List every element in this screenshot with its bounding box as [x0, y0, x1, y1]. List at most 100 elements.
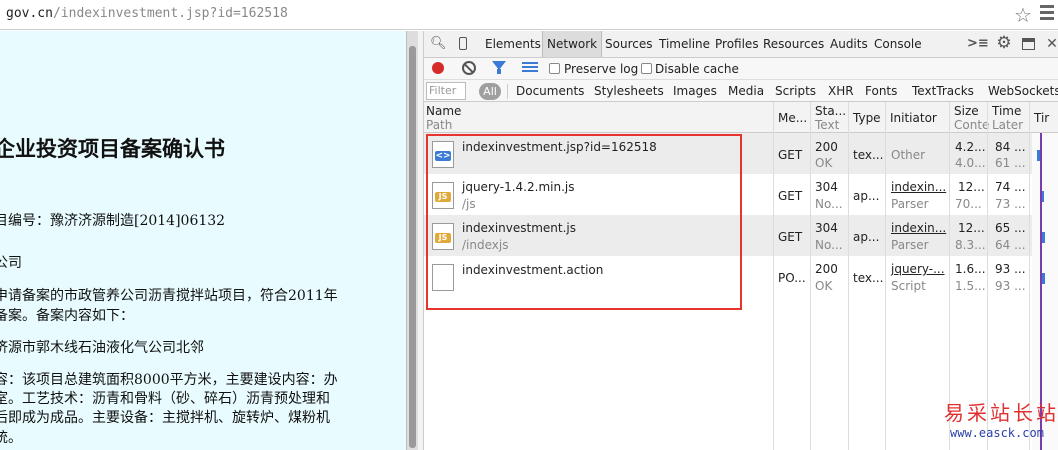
url-text[interactable]: gov.cn/indexinvestment.jsp?id=162518: [6, 6, 288, 21]
url-host: gov.cn: [6, 6, 53, 21]
request-initiator-type: Script: [891, 279, 926, 293]
clear-icon[interactable]: [462, 61, 476, 75]
request-size: 4.2...: [955, 140, 986, 154]
filter-all-button[interactable]: All: [479, 83, 501, 100]
tab-network[interactable]: Network: [542, 31, 603, 57]
large-rows-icon[interactable]: [522, 62, 538, 74]
col-status-text: Text: [815, 118, 840, 132]
disable-cache-label: Disable cache: [655, 62, 739, 76]
filter-xhr[interactable]: XHR: [828, 84, 854, 98]
tab-profiles[interactable]: Profiles: [711, 31, 763, 57]
request-initiator-link[interactable]: indexin...: [891, 180, 946, 194]
highlight-box: [426, 134, 742, 310]
request-type: tex...: [853, 271, 884, 285]
filter-stylesheets[interactable]: Stylesheets: [594, 84, 664, 98]
col-type[interactable]: Type: [853, 111, 881, 125]
request-time: 84 ...: [995, 140, 1026, 154]
filter-texttracks[interactable]: TextTracks: [912, 84, 974, 98]
body-line: 申请备案的市政管养公司沥青搅拌站项目，符合2011年: [0, 288, 338, 304]
request-status: 200: [815, 140, 838, 154]
request-content-size: 4.0...: [955, 156, 986, 170]
col-content: Conte: [954, 118, 990, 132]
request-status-text: No...: [815, 197, 843, 211]
col-path: Path: [426, 118, 453, 132]
request-type: tex...: [853, 148, 884, 162]
filter-media[interactable]: Media: [728, 84, 764, 98]
column-divider: [810, 102, 811, 450]
close-icon[interactable]: ✕: [1044, 36, 1058, 52]
column-divider: [773, 102, 774, 450]
tab-elements[interactable]: Elements: [481, 31, 545, 57]
col-status[interactable]: Sta...: [815, 104, 846, 118]
filter-scripts[interactable]: Scripts: [775, 84, 816, 98]
company-line: 公司: [0, 255, 22, 271]
request-status: 200: [815, 262, 838, 276]
preserve-log-label: Preserve log: [564, 62, 639, 76]
show-drawer-icon[interactable]: >≡: [967, 36, 989, 52]
request-status: 304: [815, 180, 838, 194]
request-initiator: Other: [891, 148, 926, 162]
divider: [507, 84, 508, 99]
col-method[interactable]: Me...: [778, 111, 807, 125]
request-size: 12...: [958, 180, 985, 194]
tab-sources[interactable]: Sources: [601, 31, 656, 57]
request-time: 93 ...: [995, 262, 1026, 276]
request-content-size: 1.5...: [955, 279, 986, 293]
browser-menu-icon[interactable]: [1040, 5, 1054, 23]
body-line: 后即成为成品。主要设备：主搅拌机、旋转炉、煤粉机: [0, 410, 330, 426]
request-initiator-link[interactable]: jquery-...: [891, 262, 945, 276]
web-page: 企业投资项目备案确认书 目编号：豫济济源制造[2014]06132 公司 申请备…: [0, 31, 406, 450]
request-size: 12...: [958, 221, 985, 235]
filter-images[interactable]: Images: [673, 84, 717, 98]
body-line: 室。工艺技术：沥青和骨料（砂、碎石）沥青预处理和: [0, 391, 330, 407]
location-line: 济源市郭木线石油液化气公司北邻: [0, 340, 204, 356]
tab-resources[interactable]: Resources: [759, 31, 828, 57]
preserve-log-checkbox[interactable]: [549, 63, 560, 74]
inspect-search-icon[interactable]: 🔍︎: [430, 36, 447, 52]
col-latency: Later: [992, 118, 1024, 132]
request-initiator-link[interactable]: indexin...: [891, 221, 946, 235]
col-size[interactable]: Size: [954, 104, 979, 118]
scrollbar-thumb[interactable]: [409, 46, 416, 448]
page-title: 企业投资项目备案确认书: [0, 136, 225, 161]
request-type: ap...: [853, 189, 880, 203]
filter-websockets[interactable]: WebSockets: [988, 84, 1058, 98]
filter-fonts[interactable]: Fonts: [865, 84, 897, 98]
request-initiator-type: Parser: [891, 197, 929, 211]
col-time[interactable]: Time: [992, 104, 1021, 118]
col-name[interactable]: Name: [426, 104, 461, 118]
record-icon[interactable]: [432, 62, 444, 74]
request-method: GET: [778, 230, 803, 244]
request-status-text: OK: [815, 156, 833, 170]
request-latency: 64 ...: [995, 238, 1026, 252]
request-latency: 73 ...: [995, 197, 1026, 211]
request-size: 1.6...: [955, 262, 986, 276]
filter-input[interactable]: Filter: [426, 82, 466, 100]
bookmark-star-icon[interactable]: ☆: [1014, 3, 1032, 27]
request-method: GET: [778, 189, 803, 203]
dock-icon[interactable]: [1020, 36, 1036, 52]
tab-timeline[interactable]: Timeline: [655, 31, 714, 57]
settings-gear-icon[interactable]: ⚙: [996, 33, 1012, 53]
url-path: /indexinvestment.jsp?id=162518: [52, 6, 288, 21]
tab-audits[interactable]: Audits: [826, 31, 872, 57]
timeline-bar: [1042, 273, 1045, 284]
filter-icon-stem: [497, 69, 501, 74]
request-latency: 61 ...: [995, 156, 1026, 170]
filter-documents[interactable]: Documents: [516, 84, 584, 98]
request-time: 74 ...: [995, 180, 1026, 194]
tab-console[interactable]: Console: [870, 31, 926, 57]
request-status: 304: [815, 221, 838, 235]
request-content-size: 8.3...: [955, 238, 986, 252]
disable-cache-checkbox[interactable]: [641, 63, 652, 74]
request-initiator-type: Parser: [891, 238, 929, 252]
network-toolbar: [424, 58, 1058, 80]
device-mode-icon[interactable]: [455, 36, 471, 52]
body-line: 统。: [0, 430, 22, 446]
request-status-text: No...: [815, 238, 843, 252]
request-method: GET: [778, 148, 803, 162]
watermark-text: 易采站长站: [944, 401, 1058, 425]
col-timeline[interactable]: Tir: [1034, 111, 1049, 125]
col-initiator[interactable]: Initiator: [890, 111, 937, 125]
body-line: 备案。备案内容如下：: [0, 308, 134, 324]
